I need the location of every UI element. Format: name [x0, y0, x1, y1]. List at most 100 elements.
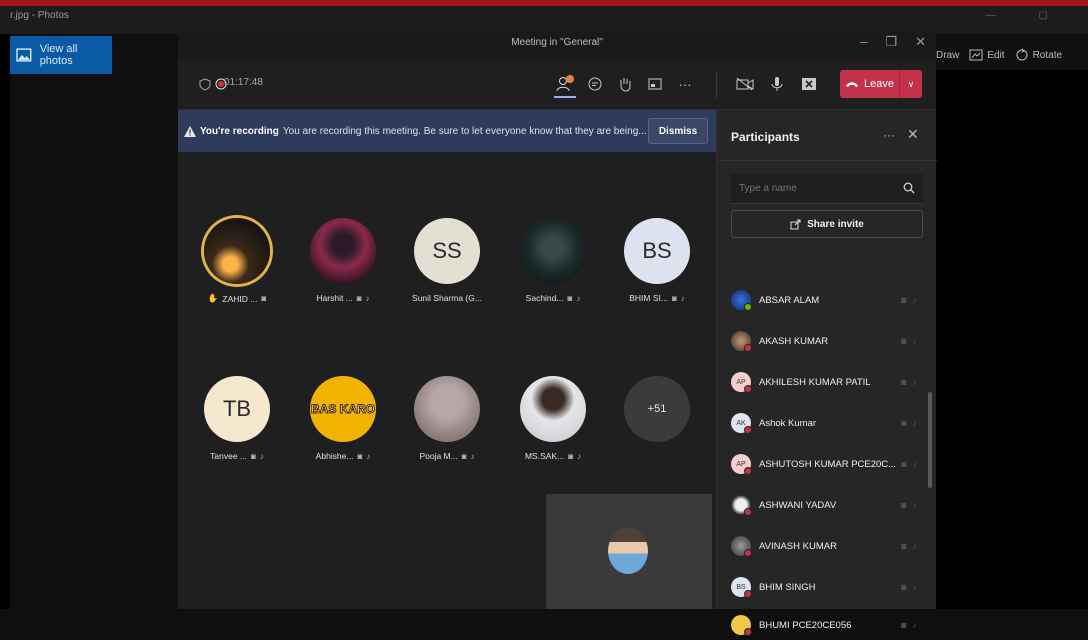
participant-tile[interactable]: Sachind... ◙ ♪ — [498, 218, 608, 303]
mic-off-small-icon: ♪ — [576, 293, 581, 303]
search-icon[interactable] — [903, 182, 915, 194]
avatar — [731, 495, 752, 516]
camera-off-small-icon: ◙ — [568, 451, 574, 461]
participant-name: ASHWANI YADAV — [759, 499, 837, 511]
teams-titlebar: Meeting in "General" – ❐ ✕ — [178, 30, 936, 60]
leave-main[interactable]: Leave — [840, 78, 899, 90]
avatar-initials: AP — [736, 460, 746, 468]
camera-off-small-icon: ◙ — [461, 451, 467, 461]
participant-tile[interactable]: TB Tanvee ... ◙ ♪ — [182, 376, 292, 461]
row-status-icons: ◙♪ — [901, 620, 923, 630]
edit-button[interactable]: Edit — [969, 48, 1005, 62]
participant-row[interactable]: AK Ashok Kumar ◙♪ — [731, 408, 923, 438]
dismiss-button[interactable]: Dismiss — [648, 118, 708, 144]
row-status-icons: ◙♪ — [901, 459, 923, 469]
meeting-title: Meeting in "General" — [511, 37, 603, 48]
photos-left-strip — [0, 34, 10, 609]
participant-tile[interactable]: BS BHIM SI... ◙ ♪ — [602, 218, 712, 303]
participant-row[interactable]: AP ASHUTOSH KUMAR PCE20C... ◙♪ — [731, 449, 923, 479]
avatar-initials: AP — [736, 378, 746, 386]
participant-tile[interactable]: BAS KARO Abhishe... ◙ ♪ — [288, 376, 398, 461]
close-icon[interactable]: ✕ — [915, 34, 926, 50]
share-invite-label: Share invite — [807, 218, 864, 230]
panel-more-icon[interactable]: ··· — [883, 128, 895, 142]
avatar: AK — [731, 413, 752, 434]
self-video-preview[interactable] — [546, 494, 712, 609]
raised-hand-icon: ✋ — [207, 293, 219, 303]
recording-banner-title: You're recording — [200, 125, 279, 137]
raise-hand-icon[interactable] — [614, 73, 636, 95]
participant-search-input[interactable] — [731, 174, 923, 204]
leave-label: Leave — [864, 78, 894, 90]
participant-row[interactable]: BS BHIM SINGH ◙♪ — [731, 572, 923, 602]
participant-tile[interactable]: Harshit ... ◙ ♪ — [288, 218, 398, 303]
leave-button[interactable]: Leave ∨ — [840, 70, 922, 98]
chat-icon[interactable] — [584, 73, 606, 95]
participant-row[interactable]: AVINASH KUMAR ◙♪ — [731, 531, 923, 561]
mic-off-small-icon: ♪ — [577, 451, 582, 461]
restore-icon[interactable]: ❐ — [885, 34, 897, 50]
tile-label: MS.SAK... ◙ ♪ — [498, 451, 608, 461]
tile-label: Pooja M... ◙ ♪ — [392, 451, 502, 461]
draw-button[interactable]: Draw — [936, 50, 959, 61]
tile-label: Harshit ... ◙ ♪ — [288, 293, 398, 303]
rotate-button[interactable]: Rotate — [1015, 48, 1062, 62]
mic-off-icon: ◙ — [261, 294, 267, 303]
participant-row[interactable]: ASHWANI YADAV ◙♪ — [731, 490, 923, 520]
participant-tile[interactable]: SS Sunil Sharma (G... — [392, 218, 502, 303]
participant-tile[interactable]: ✋ ZAHID ... ◙ — [182, 218, 292, 304]
participant-tile[interactable]: MS.SAK... ◙ ♪ — [498, 376, 608, 461]
panel-divider — [717, 160, 937, 161]
participant-name: Tanvee ... — [210, 451, 247, 461]
share-icon — [790, 219, 801, 229]
participant-name: ASHUTOSH KUMAR PCE20C... — [759, 458, 896, 470]
tile-label: Abhishe... ◙ ♪ — [288, 451, 398, 461]
avatar — [520, 376, 586, 442]
participant-row[interactable]: ABSAR ALAM ◙♪ — [731, 285, 923, 315]
edit-label: Edit — [987, 49, 1005, 61]
overflow-tile[interactable]: +51 — [602, 376, 712, 442]
share-invite-button[interactable]: Share invite — [731, 210, 923, 238]
avatar-initials: BS — [642, 238, 672, 263]
avatar — [204, 218, 270, 284]
participant-tile[interactable]: Pooja M... ◙ ♪ — [392, 376, 502, 461]
minimize-icon[interactable]: – — [860, 34, 867, 50]
participant-name: AVINASH KUMAR — [759, 540, 837, 552]
camera-off-icon[interactable] — [734, 73, 756, 95]
panel-close-icon[interactable]: ✕ — [907, 126, 919, 143]
teams-window-controls: – ❐ ✕ — [860, 34, 926, 50]
avatar-initials: TB — [222, 396, 252, 421]
photos-right-strip — [936, 70, 1088, 609]
view-all-label: View all photos — [39, 43, 78, 67]
leave-dropdown-chevron-icon[interactable]: ∨ — [899, 70, 922, 98]
avatar — [731, 331, 752, 352]
mic-off-small-icon: ♪ — [365, 293, 370, 303]
photos-toolbar: Draw Edit Rotate — [936, 48, 1062, 62]
participant-name: BHIM SI... — [629, 293, 668, 303]
avatar — [731, 615, 752, 636]
photos-window-controls[interactable]: — ▢ — [986, 10, 1068, 21]
participant-row[interactable]: AP AKHILESH KUMAR PATIL ◙♪ — [731, 367, 923, 397]
mic-off-small-icon: ♪ — [680, 293, 685, 303]
participant-row[interactable]: BHUMI PCE20CE056 ◙♪ — [731, 610, 923, 640]
avatar: BAS KARO — [310, 376, 376, 442]
camera-off-small-icon: ◙ — [357, 451, 363, 461]
view-all-photos-button[interactable]: View all photos — [10, 36, 112, 74]
microphone-icon[interactable] — [766, 73, 788, 95]
share-tray-icon[interactable] — [644, 73, 666, 95]
share-screen-icon[interactable] — [798, 73, 820, 95]
active-tab-underline — [554, 96, 576, 98]
avatar-initials: BS — [736, 583, 746, 591]
participant-name: Sunil Sharma (G... — [412, 293, 482, 303]
self-avatar — [608, 528, 648, 574]
participant-row[interactable]: AKASH KUMAR ◙♪ — [731, 326, 923, 356]
tile-label: Sachind... ◙ ♪ — [498, 293, 608, 303]
more-actions-icon[interactable]: ··· — [674, 73, 696, 95]
people-icon[interactable] — [554, 73, 576, 95]
participant-name: ABSAR ALAM — [759, 294, 820, 306]
participants-scrollbar[interactable] — [928, 392, 932, 488]
avatar: TB — [204, 376, 270, 442]
mic-off-small-icon: ♪ — [259, 451, 264, 461]
avatar — [731, 290, 752, 311]
participant-name: Sachind... — [525, 293, 564, 303]
